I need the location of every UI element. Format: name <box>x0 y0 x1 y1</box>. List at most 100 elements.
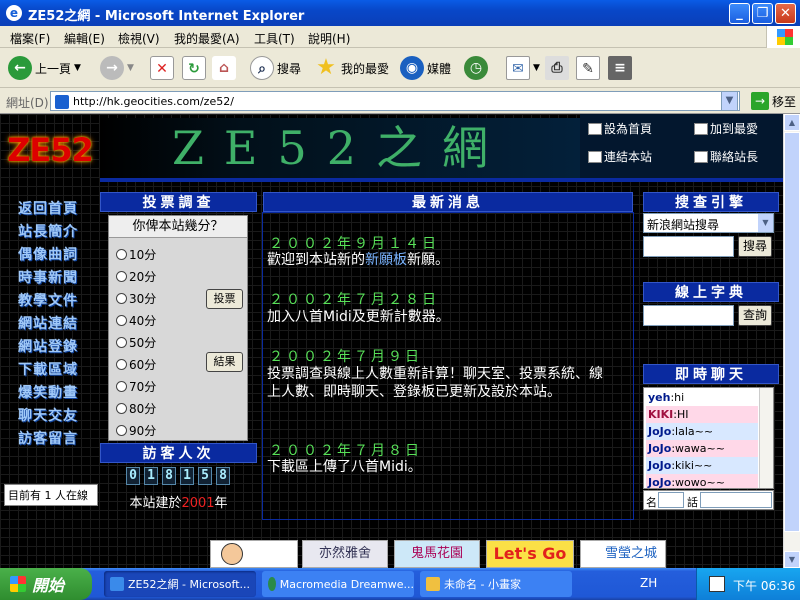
scroll-down-icon[interactable]: ▼ <box>784 551 800 568</box>
address-input[interactable]: http://hk.geocities.com/ze52/ <box>50 91 740 111</box>
poll-option[interactable]: 30分 <box>116 290 156 307</box>
chat-message: yeh:hi <box>648 391 685 404</box>
page-scrollbar[interactable]: ▲ ▼ <box>783 114 800 568</box>
chat-name-input[interactable] <box>658 492 684 508</box>
print-button[interactable]: ⎙ <box>545 54 569 82</box>
chat-message-input[interactable] <box>700 492 772 508</box>
task-ie[interactable]: ZE52之網 - Microsoft... <box>104 571 256 597</box>
menu-favorites[interactable]: 我的最愛(A) <box>174 30 240 47</box>
scroll-up-icon[interactable]: ▲ <box>784 114 800 131</box>
nav-animation[interactable]: 爆笑動畫 <box>18 382 78 402</box>
vote-button[interactable]: 投票 <box>206 289 243 309</box>
mail-button[interactable]: ✉ ▼ <box>506 54 540 82</box>
nav-tutorials[interactable]: 教學文件 <box>18 290 78 310</box>
stop-button[interactable]: ✕ <box>150 54 174 82</box>
search-engine-select[interactable]: 新浪網站搜尋 ▼ <box>643 213 774 233</box>
start-button[interactable]: 開始 <box>0 568 92 600</box>
discuss-icon: ≡ <box>608 56 632 80</box>
address-bar: 網址(D) http://hk.geocities.com/ze52/ ▼ → … <box>0 88 800 114</box>
close-button[interactable]: ✕ <box>775 3 796 24</box>
poll-option[interactable]: 60分 <box>116 356 156 373</box>
chat-title: 即時聊天 <box>643 364 779 384</box>
poll-option[interactable]: 90分 <box>116 422 156 439</box>
news-text: 加入八首Midi及更新計數器。 <box>267 309 450 325</box>
radio-icon <box>116 249 127 260</box>
poll-option[interactable]: 40分 <box>116 312 156 329</box>
nav-lyrics[interactable]: 偶像曲詞 <box>18 244 78 264</box>
nav-news[interactable]: 時事新聞 <box>18 267 78 287</box>
news-date: ２００２年９月１４日 <box>269 236 439 252</box>
site-logo[interactable]: ZE52 <box>2 122 98 178</box>
chat-scrollbar[interactable] <box>759 388 773 488</box>
discuss-button[interactable]: ≡ <box>608 54 632 82</box>
news-date: ２００２年７月２８日 <box>269 292 439 308</box>
scroll-thumb[interactable] <box>784 132 800 532</box>
star-icon: ★ <box>316 55 336 80</box>
ime-icon[interactable] <box>709 576 725 592</box>
search-input[interactable] <box>643 236 734 257</box>
favorites-button[interactable]: ★ 我的最愛 <box>314 54 389 82</box>
search-submit-button[interactable]: 搜尋 <box>738 236 772 257</box>
nav-profile[interactable]: 站長簡介 <box>18 221 78 241</box>
menu-help[interactable]: 說明(H) <box>308 30 350 47</box>
link-site-link[interactable]: 連結本站 <box>588 148 652 165</box>
results-button[interactable]: 結果 <box>206 352 243 372</box>
language-indicator[interactable]: ZH <box>640 576 657 590</box>
toolbar: ← 上一頁 ▼ → ▼ ✕ ↻ ⌂ ⌕ 搜尋 ★ 我的最愛 ◉ 媒體 ◷ ✉ ▼… <box>0 48 800 88</box>
back-button[interactable]: ← 上一頁 ▼ <box>8 54 81 82</box>
poll-option[interactable]: 80分 <box>116 400 156 417</box>
search-button[interactable]: ⌕ 搜尋 <box>250 54 301 82</box>
radio-icon <box>116 337 127 348</box>
history-button[interactable]: ◷ <box>464 54 488 82</box>
radio-icon <box>116 403 127 414</box>
refresh-icon: ↻ <box>182 56 206 80</box>
nav-chat[interactable]: 聊天交友 <box>18 405 78 425</box>
media-button[interactable]: ◉ 媒體 <box>400 54 451 82</box>
poll-option[interactable]: 10分 <box>116 246 156 263</box>
poll-option[interactable]: 70分 <box>116 378 156 395</box>
go-button[interactable]: → 移至 <box>750 92 796 110</box>
banner-link[interactable]: Let's Go !! <box>486 540 574 568</box>
news-title: 最新消息 <box>263 192 633 212</box>
maximize-button[interactable]: ❐ <box>752 3 773 24</box>
minimize-button[interactable]: _ <box>729 3 750 24</box>
menu-file[interactable]: 檔案(F) <box>10 30 50 47</box>
poll-option[interactable]: 50分 <box>116 334 156 351</box>
radio-icon <box>116 293 127 304</box>
nav-guestbook[interactable]: 訪客留言 <box>18 428 78 448</box>
task-dreamweaver[interactable]: Macromedia Dreamwe... <box>262 571 414 597</box>
address-dropdown[interactable]: ▼ <box>721 91 738 111</box>
radio-icon <box>116 381 127 392</box>
home-button[interactable]: ⌂ <box>212 54 236 82</box>
edit-button[interactable]: ✎ <box>576 54 600 82</box>
refresh-button[interactable]: ↻ <box>182 54 206 82</box>
dictionary-submit-button[interactable]: 查詢 <box>738 305 772 326</box>
add-favorite-link[interactable]: 加到最愛 <box>694 120 758 137</box>
nav-home[interactable]: 返回首頁 <box>18 198 78 218</box>
ie-icon <box>110 577 124 591</box>
windows-logo-icon <box>10 576 26 592</box>
menu-view[interactable]: 檢視(V) <box>118 30 160 47</box>
banner-link[interactable]: 雪瑩之城 <box>580 540 666 568</box>
forward-button[interactable]: → ▼ <box>100 54 134 82</box>
menu-edit[interactable]: 編輯(E) <box>64 30 105 47</box>
set-homepage-link[interactable]: 設為首頁 <box>588 120 652 137</box>
news-box: ２００２年９月１４日 歡迎到本站新的新願板新願。 ２００２年７月２８日 加入八首… <box>262 212 634 520</box>
contact-link[interactable]: 聯絡站長 <box>694 148 758 165</box>
banner-link[interactable]: 亦然雅舍 <box>302 540 388 568</box>
history-icon: ◷ <box>464 56 488 80</box>
menu-tools[interactable]: 工具(T) <box>254 30 295 47</box>
banner-link[interactable]: 鬼馬花園 <box>394 540 480 568</box>
task-paint[interactable]: 未命名 - 小畫家 <box>420 571 572 597</box>
nav-download[interactable]: 下載區域 <box>18 359 78 379</box>
visitor-title: 訪客人次 <box>100 443 257 463</box>
nav-register[interactable]: 網站登錄 <box>18 336 78 356</box>
guestbook-link[interactable]: 新願板 <box>365 252 407 268</box>
poll-option[interactable]: 20分 <box>116 268 156 285</box>
chat-message: JoJo:kiki~~ <box>646 457 758 474</box>
banner-link[interactable] <box>210 540 298 568</box>
dictionary-input[interactable] <box>643 305 734 326</box>
chat-message: JoJo:wowo~~ <box>646 474 758 488</box>
poll-box: 你俾本站幾分？ 10分 20分 30分 40分 50分 60分 70分 80分 … <box>108 215 248 441</box>
nav-links[interactable]: 網站連結 <box>18 313 78 333</box>
